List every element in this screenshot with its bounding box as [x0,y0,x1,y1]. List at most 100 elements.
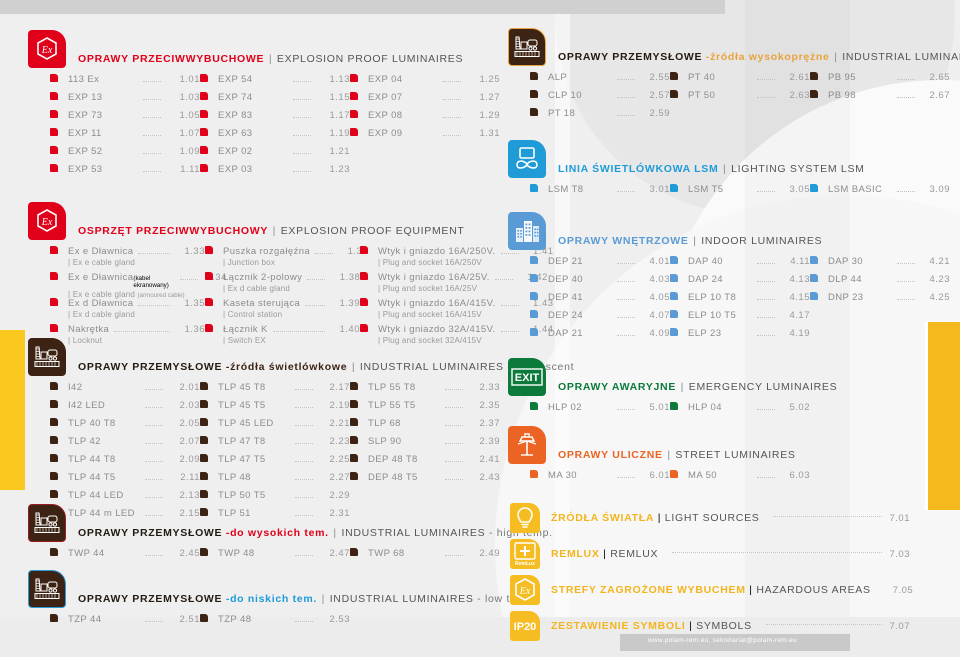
catalog-entry[interactable]: EXP 08 1.29 [350,110,500,128]
catalog-entry[interactable]: TWP 68 2.49 [350,548,500,566]
entry-page: 4.17 [789,310,810,321]
catalog-entry[interactable]: EXP 02 1.21 [200,146,350,164]
catalog-entry[interactable]: HLP 02 5.01 [530,402,670,420]
catalog-entry[interactable]: EXP 09 1.31 [350,128,500,146]
catalog-entry[interactable]: TLP 47 T5 2.25 [200,454,350,472]
title-pl: LINIA ŚWIETLÓWKOWA LSM [558,163,719,175]
catalog-entry[interactable]: PB 98 2.67 [810,90,950,108]
entry-bullet-icon [205,298,213,306]
catalog-entry[interactable]: TLP 47 T8 2.23 [200,436,350,454]
catalog-entry[interactable]: EXP 04 1.25 [350,74,500,92]
catalog-entry[interactable]: TLP 44 T8 2.09 [50,454,200,472]
catalog-entry[interactable]: LSM BASIC 3.09 [810,184,950,202]
title-separator: | [663,449,675,461]
catalog-entry[interactable]: DAP 30 4.21 [810,256,950,274]
reference-row-light-sources[interactable]: ŹRÓDŁA ŚWIATŁA | LIGHT SOURCES 7.01 [510,500,910,536]
catalog-entry[interactable]: LSM T8 3.01 [530,184,670,202]
catalog-entry[interactable]: EXP 13 1.03 [50,92,200,110]
catalog-entry[interactable]: TLP 40 T8 2.05 [50,418,200,436]
catalog-entry[interactable]: DEP 24 4.07 [530,310,670,328]
catalog-entry[interactable]: TZP 48 2.53 [200,614,350,632]
catalog-entry[interactable]: PT 40 2.61 [670,72,810,90]
catalog-entry[interactable]: DLP 44 4.23 [810,274,950,292]
entry-dots [444,555,463,556]
catalog-entry[interactable]: ELP 10 T5 4.17 [670,310,810,328]
entry-name: HLP 02 [548,402,582,413]
catalog-entry[interactable]: TWP 48 2.47 [200,548,350,566]
catalog-entry[interactable]: MA 30 6.01 [530,470,670,488]
catalog-entry[interactable]: SLP 90 2.39 [350,436,500,454]
catalog-entry[interactable]: EXP 03 1.23 [200,164,350,182]
catalog-entry[interactable]: ALP 2.55 [530,72,670,90]
catalog-entry[interactable]: EXP 52 1.09 [50,146,200,164]
catalog-entry[interactable]: TLP 42 2.07 [50,436,200,454]
entry-bullet-icon [50,454,58,462]
catalog-entry[interactable]: DEP 48 T5 2.43 [350,472,500,490]
entry-name: DEP 21 [548,256,583,267]
catalog-entry[interactable]: Ex e Dławnica 1.33 | Ex e cable gland [50,246,205,272]
reference-page: 7.05 [892,584,914,596]
catalog-entry[interactable]: Kaseta sterująca 1.39 | Control station [205,298,360,324]
entry-dots [180,279,199,280]
catalog-entry[interactable]: TLP 68 2.37 [350,418,500,436]
catalog-entry[interactable]: TLP 45 LED 2.21 [200,418,350,436]
footer-contact[interactable]: www.polam-rem.eu, sekretariat@polam-rem.… [648,637,797,644]
entry-page: 1.39 [339,298,360,309]
entry-page: 1.27 [479,92,500,103]
catalog-entry[interactable]: DEP 21 4.01 [530,256,670,274]
entry-bullet-icon [50,128,58,136]
catalog-entry[interactable]: TLP 55 T8 2.33 [350,382,500,400]
entry-bullet-icon [530,274,538,282]
entry-page: 1.23 [329,164,350,175]
catalog-entry[interactable]: EXP 74 1.15 [200,92,350,110]
catalog-entry[interactable]: I42 LED 2.03 [50,400,200,418]
entry-bullet-icon [670,274,678,282]
catalog-entry[interactable]: DAP 21 4.09 [530,328,670,346]
catalog-entry[interactable]: 113 Ex 1.01 [50,74,200,92]
catalog-entry[interactable]: EXP 07 1.27 [350,92,500,110]
catalog-entry[interactable]: TWP 44 2.45 [50,548,200,566]
section-title-industrial-high-pressure: OPRAWY PRZEMYSŁOWE -źródła wysokoprężne … [558,51,960,66]
section-industrial-high-temp: OPRAWY PRZEMYSŁOWE -do wysokich tem. | I… [28,504,553,566]
catalog-entry[interactable]: DEP 41 4.05 [530,292,670,310]
catalog-entry[interactable]: PT 50 2.63 [670,90,810,108]
catalog-entry[interactable]: EXP 53 1.11 [50,164,200,182]
catalog-entry[interactable]: EXP 11 1.07 [50,128,200,146]
catalog-entry[interactable]: EXP 73 1.05 [50,110,200,128]
catalog-entry[interactable]: ELP 10 T8 4.15 [670,292,810,310]
catalog-entry[interactable]: I42 2.01 [50,382,200,400]
catalog-entry[interactable]: EXP 63 1.19 [200,128,350,146]
catalog-entry[interactable]: Puszka rozgałęźna 1.37 | Junction box [205,246,368,272]
catalog-entry[interactable]: Ex e Dławnica (kabel ekranowany) 1.34 | E… [50,272,226,299]
catalog-entry[interactable]: LSM T5 3.05 [670,184,810,202]
catalog-entry[interactable]: DAP 24 4.13 [670,274,810,292]
catalog-entry[interactable]: TLP 45 T8 2.17 [200,382,350,400]
catalog-entry[interactable]: PT 18 2.59 [530,108,670,126]
entry-name: TLP 42 [68,436,101,447]
catalog-entry[interactable]: TZP 44 2.51 [50,614,200,632]
catalog-entry[interactable]: TLP 48 2.27 [200,472,350,490]
catalog-entry[interactable]: DAP 40 4.11 [670,256,810,274]
reference-row-hazardous-areas[interactable]: Ex STREFY ZAGROŻONE WYBUCHEM | HAZARDOUS… [510,572,913,608]
entry-dots [616,317,635,318]
catalog-entry[interactable]: ELP 23 4.19 [670,328,810,346]
entry-columns: MA 30 6.01 MA 50 6.03 [530,470,810,488]
catalog-entry[interactable]: TLP 55 T5 2.35 [350,400,500,418]
catalog-entry[interactable]: MA 50 6.03 [670,470,810,488]
catalog-entry[interactable]: DEP 40 4.03 [530,274,670,292]
catalog-entry[interactable]: Ex d Dławnica 1.35 | Ex d cable gland [50,298,205,324]
entry-bullet-icon [50,164,58,172]
catalog-entry[interactable]: EXP 54 1.13 [200,74,350,92]
entry-bullet-icon [530,72,538,80]
catalog-entry[interactable]: EXP 83 1.17 [200,110,350,128]
entry-page: 2.09 [179,454,200,465]
reference-row-remlux[interactable]: RemLux REMLUX | REMLUX 7.03 [510,536,910,572]
catalog-entry[interactable]: HLP 04 5.02 [670,402,810,420]
catalog-entry[interactable]: DEP 48 T8 2.41 [350,454,500,472]
catalog-entry[interactable]: TLP 45 T5 2.19 [200,400,350,418]
catalog-entry[interactable]: PB 95 2.65 [810,72,950,90]
catalog-entry[interactable]: CLP 10 2.57 [530,90,670,108]
catalog-entry[interactable]: DNP 23 4.25 [810,292,950,310]
catalog-entry[interactable]: Łącznik 2-polowy 1.38 | Ex d cable gland [205,272,360,298]
catalog-entry[interactable]: TLP 44 T5 2.11 [50,472,200,490]
